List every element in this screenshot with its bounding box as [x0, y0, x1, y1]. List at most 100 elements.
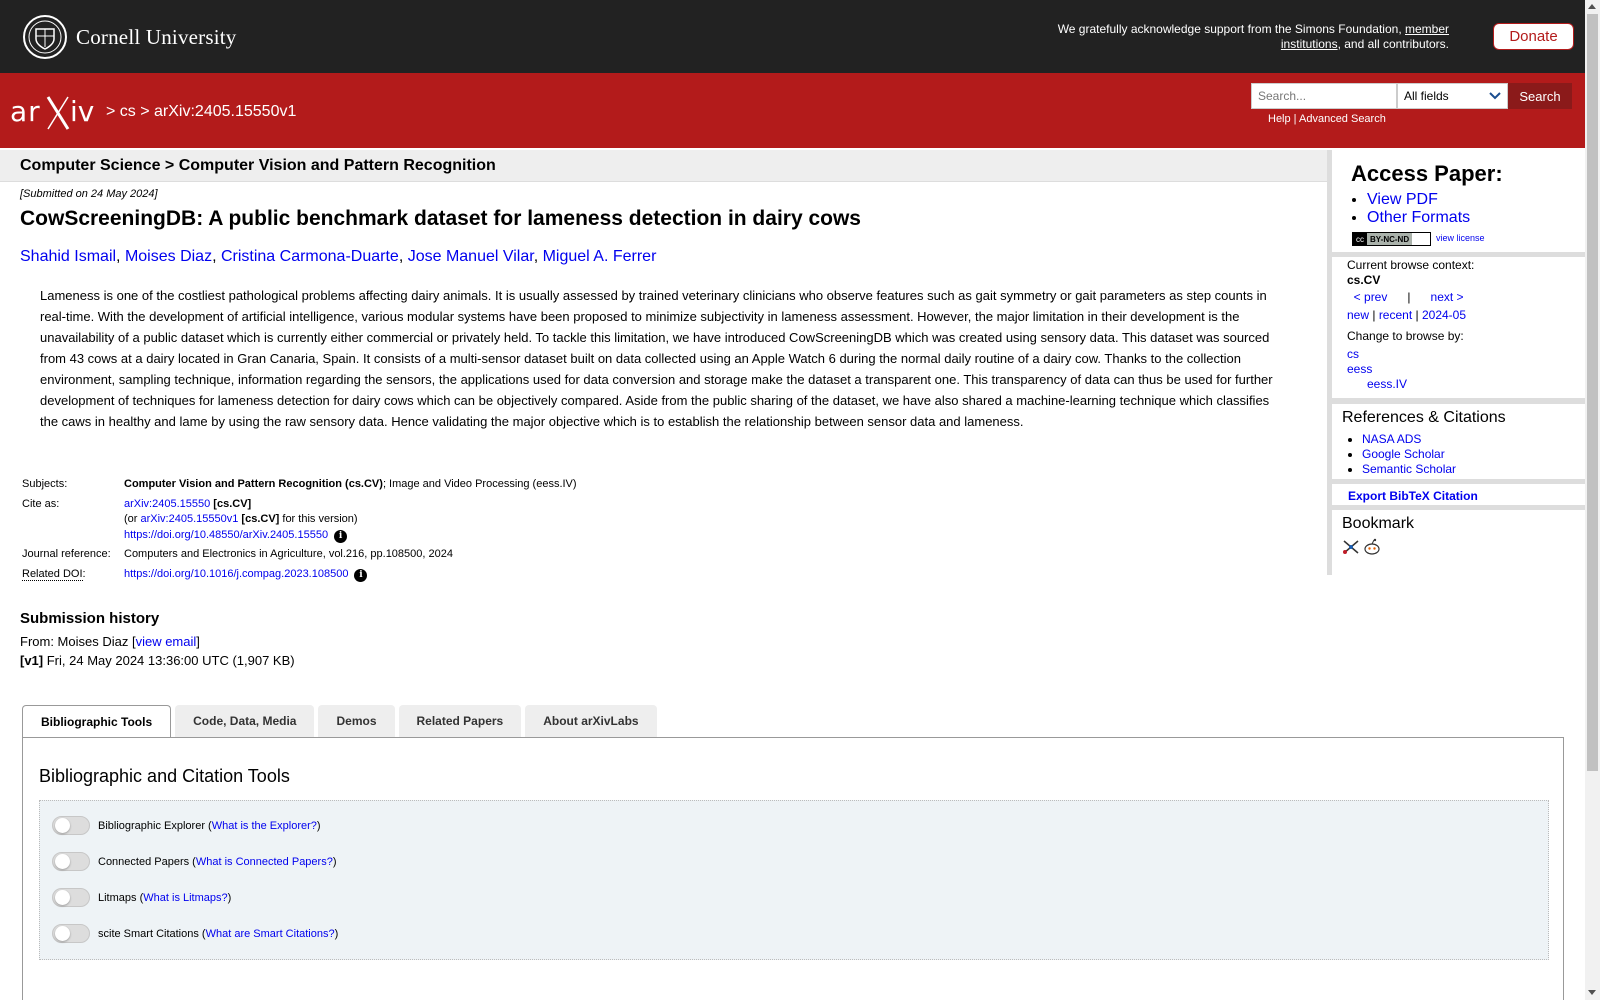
related-doi-label: Related DOI [22, 567, 83, 581]
tab-demos[interactable]: Demos [318, 705, 395, 737]
cornell-logo[interactable]: Cornell University [22, 14, 237, 60]
author-link[interactable]: Miguel A. Ferrer [543, 248, 657, 265]
bookmark-title: Bookmark [1342, 515, 1415, 532]
browse-cs-link[interactable]: cs [1347, 347, 1359, 361]
explorer-toggle[interactable] [52, 816, 90, 835]
related-doi-link[interactable]: https://doi.org/10.1016/j.compag.2023.10… [124, 568, 348, 580]
author-link[interactable]: Moises Diaz [125, 248, 212, 265]
tab-bibliographic-tools[interactable]: Bibliographic Tools [22, 705, 172, 738]
tab-related-papers[interactable]: Related Papers [398, 705, 522, 737]
author-link[interactable]: Jose Manuel Vilar [408, 248, 534, 265]
what-are-smart-citations-link[interactable]: What are Smart Citations? [206, 928, 335, 940]
advanced-search-link[interactable]: Advanced Search [1299, 113, 1386, 125]
section-divider [1332, 479, 1585, 484]
scroll-up-arrow-icon[interactable] [1588, 4, 1596, 9]
breadcrumb-cs[interactable]: cs [120, 103, 136, 120]
cite-label: Cite as: [22, 497, 60, 510]
browse-context: Current browse context: cs.CV < prev | n… [1347, 258, 1475, 391]
tab-panel: Bibliographic and Citation Tools Bibliog… [22, 737, 1564, 1000]
tool-row-explorer: Bibliographic Explorer (What is the Expl… [52, 816, 321, 835]
browse-eess-link[interactable]: eess [1347, 362, 1372, 376]
submission-history-title: Submission history [20, 610, 160, 627]
prev-link[interactable]: < prev [1354, 290, 1388, 304]
subjects-label: Subjects: [22, 478, 68, 490]
svg-text:ar: ar [10, 95, 41, 128]
tools-box: Bibliographic Explorer (What is the Expl… [39, 800, 1549, 960]
journal-row: Journal reference: Computers and Electro… [22, 547, 577, 567]
category-heading: Computer Science > Computer Vision and P… [20, 157, 496, 174]
what-is-litmaps-link[interactable]: What is Litmaps? [143, 892, 227, 904]
cite-version-link[interactable]: arXiv:2405.15550v1 [141, 513, 239, 525]
search-help-links: Help | Advanced Search [1268, 113, 1386, 125]
author-link[interactable]: Shahid Ismail [20, 248, 116, 265]
next-link[interactable]: next > [1431, 290, 1464, 304]
section-divider [1332, 505, 1585, 510]
support-acknowledgement: We gratefully acknowledge support from t… [1057, 22, 1449, 51]
arxiv-logo-icon[interactable]: ar iv [10, 91, 102, 133]
new-link[interactable]: new [1347, 308, 1369, 322]
page-scrollbar[interactable] [1585, 0, 1600, 1000]
tools-title: Bibliographic and Citation Tools [39, 766, 290, 786]
nasa-ads-link[interactable]: NASA ADS [1362, 432, 1421, 446]
view-license-link[interactable]: view license [1436, 233, 1485, 243]
submission-version: [v1] Fri, 24 May 2024 13:36:00 UTC (1,90… [20, 653, 295, 668]
reddit-icon[interactable] [1363, 538, 1381, 556]
cornell-seal-icon [23, 15, 67, 59]
what-is-connected-papers-link[interactable]: What is Connected Papers? [196, 856, 333, 868]
connected-papers-toggle[interactable] [52, 852, 90, 871]
litmaps-toggle[interactable] [52, 888, 90, 907]
doi-link[interactable]: https://doi.org/10.48550/arXiv.2405.1555… [124, 529, 328, 541]
references-title: References & Citations [1342, 409, 1506, 426]
google-scholar-link[interactable]: Google Scholar [1362, 447, 1445, 461]
info-icon[interactable]: i [334, 529, 348, 543]
related-doi-row: Related DOI: https://doi.org/10.1016/j.c… [22, 567, 577, 587]
info-icon[interactable]: i [354, 568, 368, 582]
tool-row-connected-papers: Connected Papers (What is Connected Pape… [52, 852, 337, 871]
svg-text:iv: iv [70, 95, 94, 128]
paper-title: CowScreeningDB: A public benchmark datas… [20, 207, 861, 230]
tab-about-arxivlabs[interactable]: About arXivLabs [525, 705, 657, 737]
bibsonomy-icon[interactable] [1342, 538, 1360, 556]
scroll-down-arrow-icon[interactable] [1588, 990, 1596, 995]
month-link[interactable]: 2024-05 [1422, 308, 1466, 322]
browse-eess-iv-link[interactable]: eess.IV [1367, 377, 1407, 391]
tool-row-litmaps: Litmaps (What is Litmaps?) [52, 888, 231, 907]
chevron-down-icon [1489, 92, 1501, 100]
what-is-explorer-link[interactable]: What is the Explorer? [212, 820, 317, 832]
recent-link[interactable]: recent [1379, 308, 1412, 322]
cornell-topbar: Cornell University We gratefully acknowl… [0, 0, 1585, 73]
scroll-thumb[interactable] [1587, 14, 1598, 771]
tab-code-data-media[interactable]: Code, Data, Media [175, 705, 315, 737]
access-links: View PDF Other Formats [1367, 191, 1470, 227]
export-bibtex-link[interactable]: Export BibTeX Citation [1348, 489, 1478, 503]
subjects-row: Subjects: Computer Vision and Pattern Re… [22, 477, 577, 497]
arxiv-header: ar iv > cs > arXiv:2405.15550v1 Search..… [0, 73, 1585, 148]
other-formats-link[interactable]: Other Formats [1367, 209, 1470, 226]
semantic-scholar-link[interactable]: Semantic Scholar [1362, 462, 1456, 476]
view-pdf-link[interactable]: View PDF [1367, 191, 1438, 208]
search-input[interactable]: Search... [1251, 83, 1397, 109]
submitted-date: [Submitted on 24 May 2024] [20, 188, 158, 200]
journal-label: Journal reference: [22, 548, 111, 560]
cite-id-link[interactable]: arXiv:2405.15550 [124, 498, 210, 510]
help-link[interactable]: Help [1268, 113, 1291, 125]
access-paper-title: Access Paper: [1351, 161, 1503, 186]
tool-row-scite: scite Smart Citations (What are Smart Ci… [52, 924, 338, 943]
browse-context-value: cs.CV [1347, 273, 1381, 287]
view-email-link[interactable]: view email [136, 634, 197, 649]
cc-license-badge[interactable]: cc BY-NC-ND [1352, 232, 1431, 246]
scite-toggle[interactable] [52, 924, 90, 943]
donate-button[interactable]: Donate [1493, 23, 1574, 50]
search-field-select[interactable]: All fields [1397, 83, 1508, 109]
submission-from: From: Moises Diaz [view email] [20, 634, 200, 649]
abstract: Lameness is one of the costliest patholo… [40, 288, 1273, 429]
bookmark-icons [1342, 538, 1381, 556]
author-link[interactable]: Cristina Carmona-Duarte [221, 248, 399, 265]
section-divider [1332, 398, 1585, 403]
journal-value: Computers and Electronics in Agriculture… [124, 548, 453, 560]
search-button[interactable]: Search [1508, 83, 1572, 109]
labs-tabs: Bibliographic Tools Code, Data, Media De… [22, 705, 657, 738]
breadcrumb: > cs > arXiv:2405.15550v1 [106, 103, 297, 120]
cornell-name: Cornell University [76, 24, 237, 49]
category-strip: Computer Science > Computer Vision and P… [0, 150, 1327, 182]
